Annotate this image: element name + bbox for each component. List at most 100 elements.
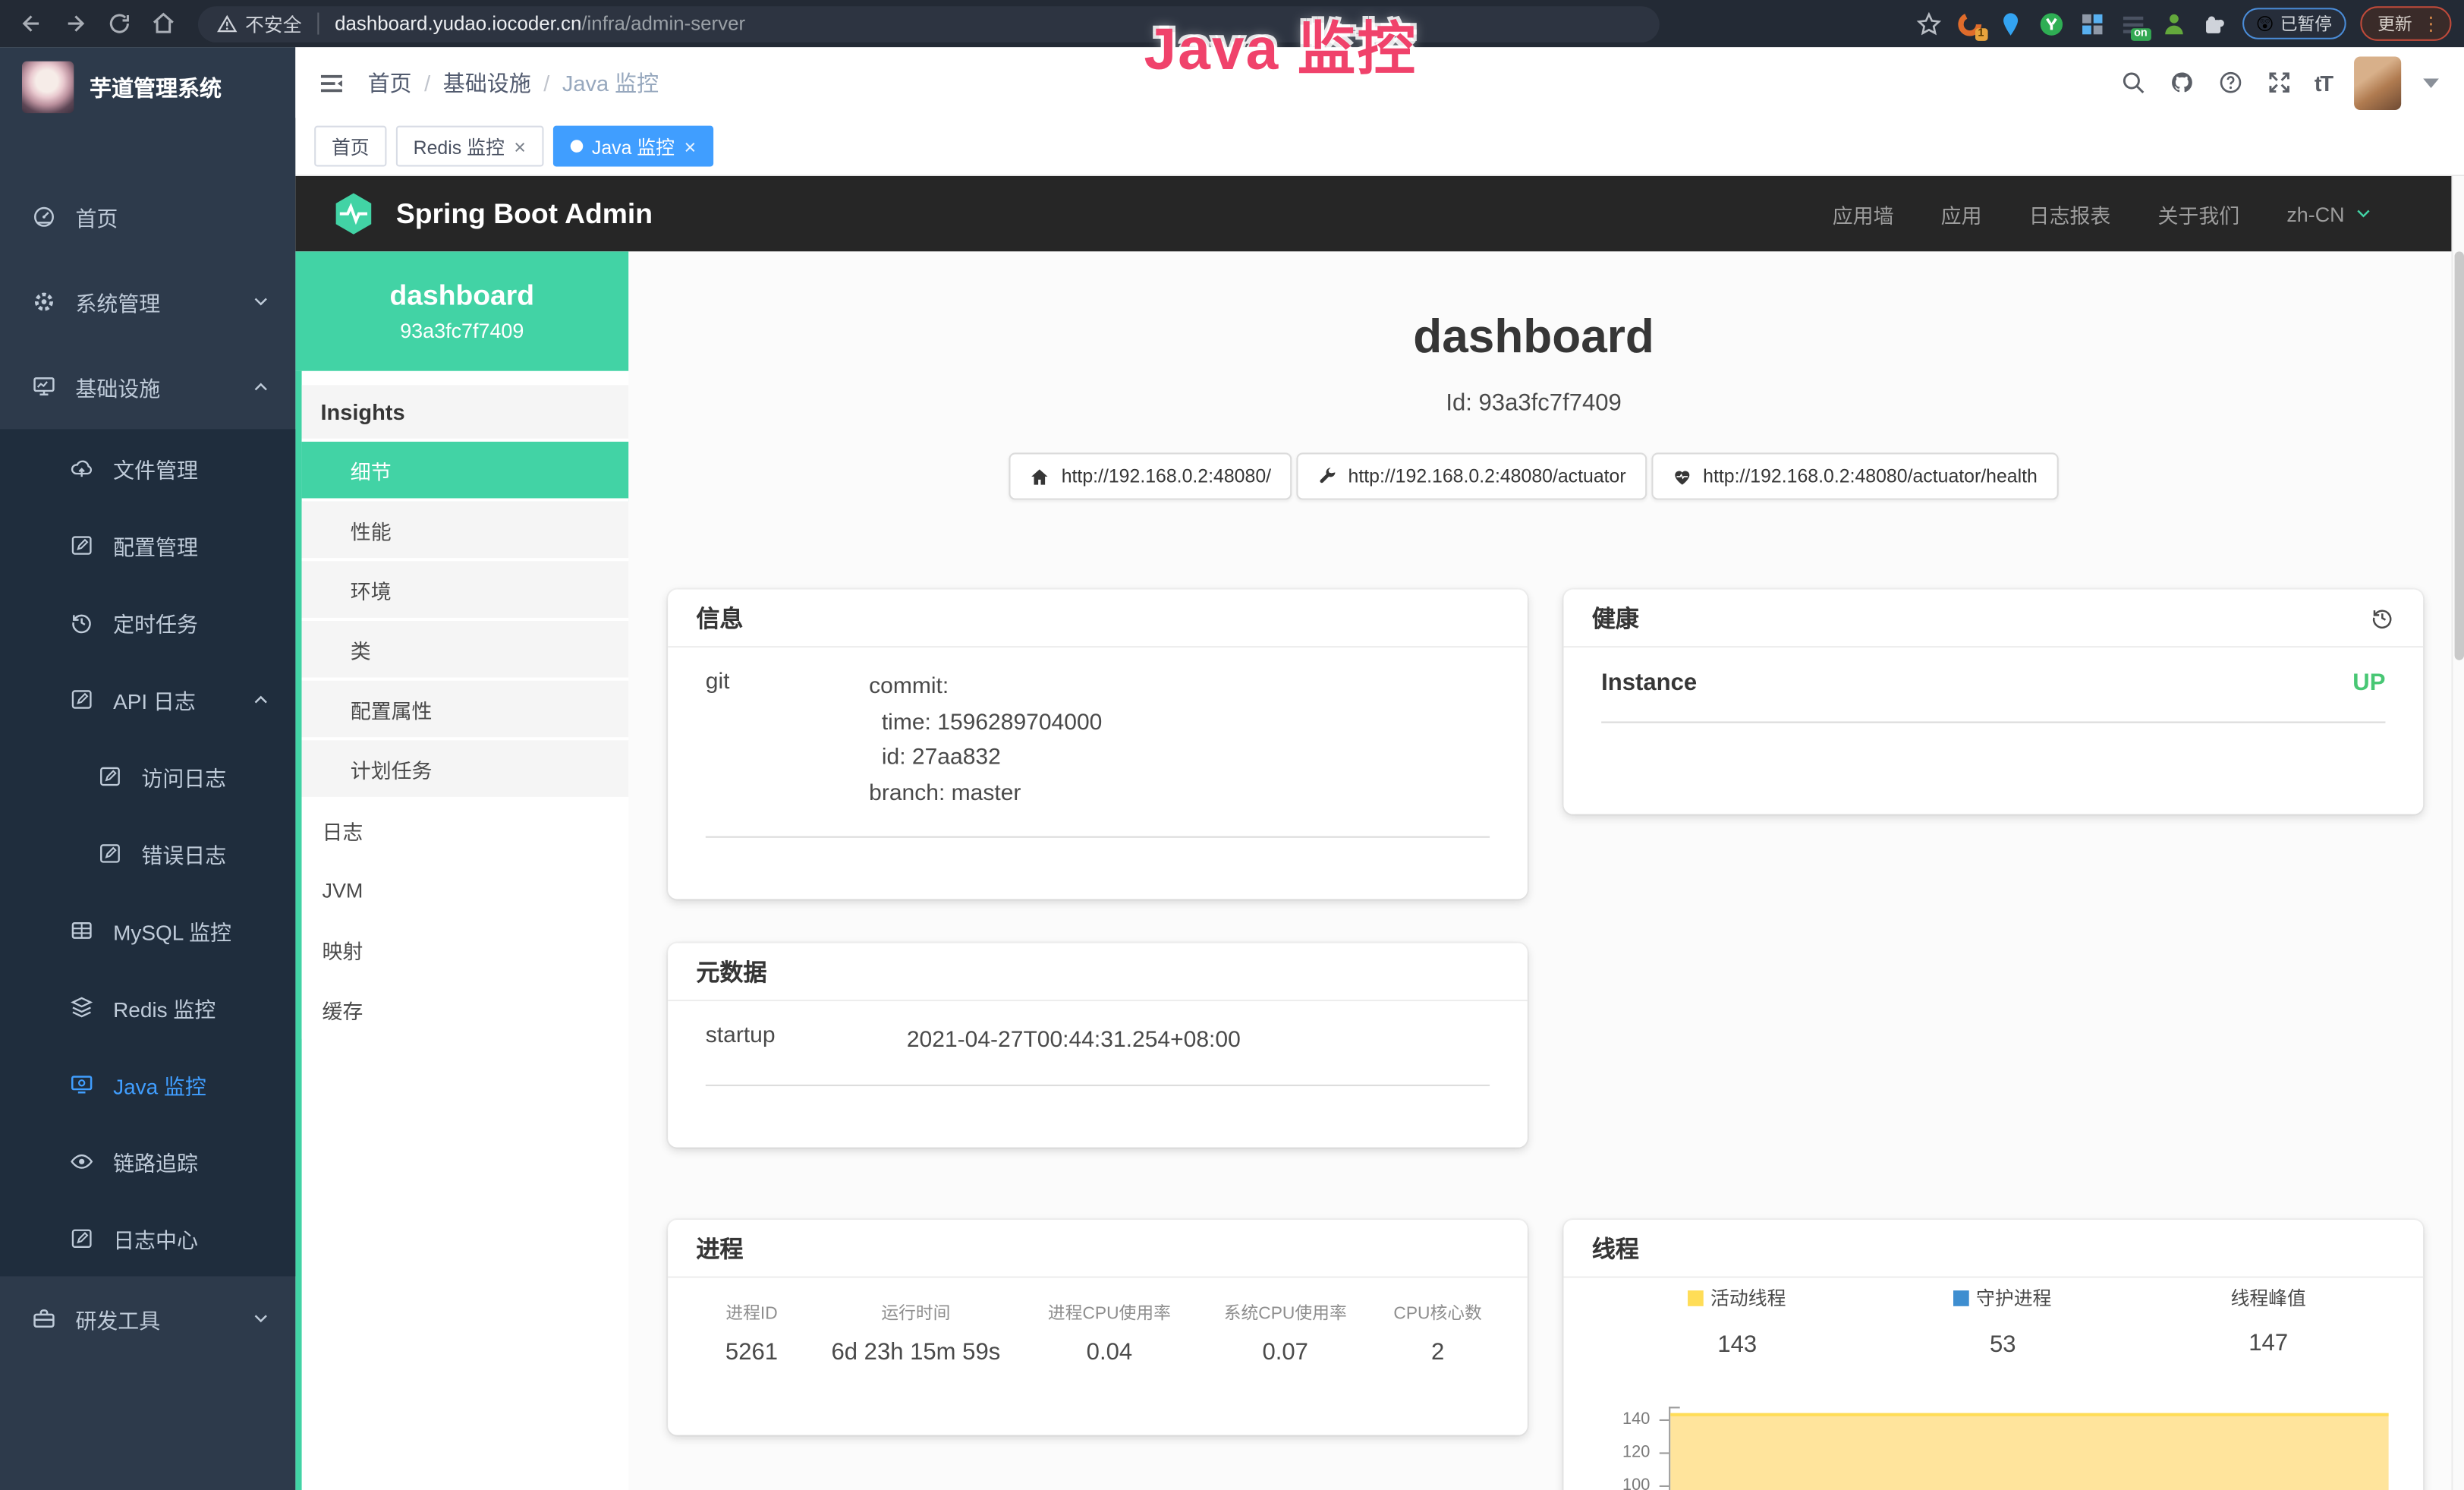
info-panel: 信息 git commit: time: 1596289704000 id: 2… [668,590,1528,899]
browser-reload-icon[interactable] [107,11,132,36]
sba-menu: Insights 细节 性能 环境 类 配置属性 计划任务 日志 JVM 映射 … [295,371,628,1490]
tab-label: 首页 [332,133,370,159]
close-icon[interactable]: × [684,134,696,158]
search-icon[interactable] [2119,69,2146,96]
sba-instance-name: dashboard [390,280,535,313]
legend-swatch-daemon [1954,1290,1970,1306]
extensions-puzzle-icon[interactable] [2201,10,2227,36]
breadcrumb-section[interactable]: 基础设施 [443,67,531,98]
not-secure-icon [217,14,238,34]
page-scrollbar[interactable] [2451,176,2464,1490]
health-url-button[interactable]: http://192.168.0.2:48080/actuator/health [1651,452,2058,499]
sba-nav-journal[interactable]: 日志报表 [2029,199,2111,228]
process-header-pid: 进程ID [693,1300,810,1325]
sidebar-item-log-center[interactable]: 日志中心 [0,1199,295,1276]
extension-pin-icon[interactable] [1997,10,2023,36]
info-value: commit: time: 1596289704000 id: 27aa832 … [869,669,1102,811]
sba-language-select[interactable]: zh-CN [2286,202,2373,225]
sba-menu-item-mappings[interactable]: 映射 [302,919,629,979]
sba-instance-block[interactable]: dashboard 93a3fc7f7409 [295,251,628,370]
sidebar-item-redis-monitor[interactable]: Redis 监控 [0,969,295,1045]
extension-grid-icon[interactable] [2079,10,2105,36]
sba-menu-item-caches[interactable]: 缓存 [302,979,629,1039]
sidebar-item-infra[interactable]: 基础设施 [0,345,295,430]
sba-menu-item-config-props[interactable]: 配置属性 [302,681,629,741]
sidebar-item-config-manage[interactable]: 配置管理 [0,506,295,583]
breadcrumb: 首页 / 基础设施 / Java 监控 [368,67,659,98]
close-icon[interactable]: × [514,134,526,158]
hamburger-icon[interactable] [317,68,345,96]
history-icon[interactable] [2370,605,2395,630]
chart-ytick: 140 [1572,1410,1651,1429]
breadcrumb-separator: / [424,70,430,95]
browser-menu-icon[interactable]: ⋮ [2422,16,2440,32]
sidebar-item-system[interactable]: 系统管理 [0,260,295,345]
sidebar-item-scheduled-jobs[interactable]: 定时任务 [0,583,295,660]
tab-redis-monitor[interactable]: Redis 监控 × [396,126,543,167]
browser-forward-icon[interactable] [63,11,88,36]
not-secure-label[interactable]: 不安全 [245,10,302,36]
breadcrumb-home[interactable]: 首页 [368,67,412,98]
sba-menu-item-details[interactable]: 细节 [302,442,629,502]
avatar-caret-icon[interactable] [2423,78,2439,87]
sba-menu-item-jvm[interactable]: JVM [302,860,629,920]
browser-update-button[interactable]: 更新 ⋮ [2360,6,2451,41]
sidebar-item-dev-tools[interactable]: 研发工具 [0,1276,295,1361]
sidebar-item-label: 系统管理 [75,286,160,317]
scrollbar-thumb[interactable] [2455,251,2464,660]
github-icon[interactable] [2168,69,2195,96]
sba-nav-about[interactable]: 关于我们 [2157,199,2239,228]
sidebar-item-home[interactable]: 首页 [0,175,295,260]
sba-brand[interactable]: Spring Boot Admin [396,197,653,230]
sba-menu-item-classes[interactable]: 类 [302,621,629,681]
sidebar-item-label: 研发工具 [75,1303,160,1334]
extension-list-icon[interactable]: on [2119,10,2146,36]
browser-back-icon[interactable] [19,11,44,36]
browser-home-icon[interactable] [151,11,176,36]
process-table: 进程ID 5261 运行时间 6d 23h 15m 59s 进程CPU使用率 0… [693,1296,1502,1366]
process-header-cpu: 进程CPU使用率 [1021,1300,1197,1325]
sidebar-item-trace[interactable]: 链路追踪 [0,1123,295,1199]
profile-paused-chip[interactable]: 😲 已暂停 [2242,8,2346,39]
database-icon [69,917,94,942]
extension-person-icon[interactable] [2160,10,2186,36]
url-path[interactable]: /infra/admin-server [581,13,745,35]
legend-value-peak: 147 [2135,1330,2401,1356]
extension-orange-badge: 1 [1975,27,1987,40]
fullscreen-icon[interactable] [2266,69,2292,96]
chevron-up-icon [251,377,270,396]
tab-home[interactable]: 首页 [314,126,386,167]
address-bar[interactable]: 不安全 dashboard.yudao.iocoder.cn /infra/ad… [198,5,1660,42]
help-icon[interactable] [2217,69,2243,96]
sidebar-item-api-log[interactable]: API 日志 [0,660,295,737]
actuator-url-button[interactable]: http://192.168.0.2:48080/actuator [1296,452,1646,499]
service-url-button[interactable]: http://192.168.0.2:48080/ [1009,452,1292,499]
font-size-icon[interactable]: tT [2315,70,2332,95]
extension-orange-icon[interactable]: 1 [1956,10,1982,36]
update-label: 更新 [2377,11,2412,36]
sba-nav-applications[interactable]: 应用 [1941,199,1982,228]
process-value-cpu: 0.04 [1021,1339,1197,1366]
sba-menu-item-metrics[interactable]: 性能 [302,502,629,562]
url-host[interactable]: dashboard.yudao.iocoder.cn [335,13,581,35]
sba-menu-item-environment[interactable]: 环境 [302,561,629,621]
sidebar-item-label: 首页 [75,201,118,232]
tab-java-monitor[interactable]: Java 监控 × [552,126,713,167]
sba-menu-item-scheduled-tasks[interactable]: 计划任务 [302,740,629,800]
sba-menu-item-logs[interactable]: 日志 [302,800,629,860]
process-header-syscpu: 系统CPU使用率 [1197,1300,1374,1325]
spring-boot-admin: Spring Boot Admin 应用墙 应用 日志报表 关于我们 zh-CN [295,176,2464,1490]
sidebar-item-java-monitor[interactable]: Java 监控 [0,1045,295,1122]
bookmark-star-icon[interactable] [1915,10,1941,36]
avatar[interactable] [2354,56,2401,109]
app-logo-row[interactable]: 芋道管理系统 [0,47,295,128]
health-instance-row[interactable]: Instance UP [1601,669,2385,723]
sba-nav-wallboard[interactable]: 应用墙 [1833,199,1894,228]
extension-y-icon[interactable] [2038,10,2064,36]
sidebar-item-mysql-monitor[interactable]: MySQL 监控 [0,891,295,968]
sidebar-item-error-log[interactable]: 错误日志 [0,814,295,891]
sidebar-item-file-manage[interactable]: 文件管理 [0,429,295,506]
sidebar-item-access-log[interactable]: 访问日志 [0,737,295,814]
sba-logo-icon[interactable] [330,191,377,238]
wrench-icon [1317,466,1337,487]
